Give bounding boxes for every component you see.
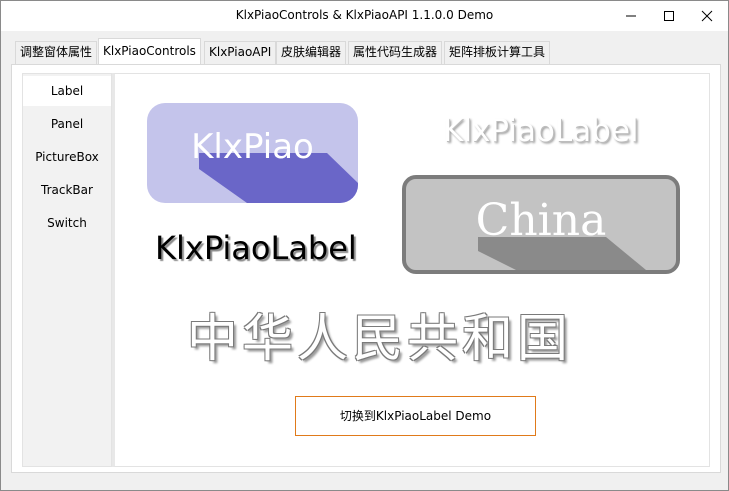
ghost-label: KlxPiaoLabel	[443, 113, 639, 149]
app-window: KlxPiaoControls & KlxPiaoAPI 1.1.0.0 Dem…	[0, 0, 729, 491]
sidebar-item-text: TrackBar	[41, 183, 93, 197]
close-button[interactable]	[684, 1, 729, 31]
tab-form-properties[interactable]: 调整窗体属性	[15, 41, 98, 64]
purple-label-text: KlxPiao	[191, 127, 314, 167]
tab-property-code-generator[interactable]: 属性代码生成器	[348, 41, 443, 64]
gray-rounded-label: China	[402, 175, 680, 274]
shadow-label: KlxPiaoLabel	[155, 229, 357, 267]
tab-label: KlxPiaoControls	[103, 44, 196, 58]
close-icon	[701, 10, 713, 22]
maximize-icon	[664, 11, 674, 21]
minimize-icon	[626, 15, 636, 17]
switch-demo-button[interactable]: 切换到KlxPiaoLabel Demo	[295, 396, 536, 436]
sidebar-item-text: PictureBox	[35, 150, 99, 164]
tab-klxpiao-controls[interactable]: KlxPiaoControls	[98, 38, 201, 65]
sidebar-item-label[interactable]: Label	[23, 76, 111, 106]
control-list: Label Panel PictureBox TrackBar Switch	[22, 73, 112, 467]
tab-label: 调整窗体属性	[20, 45, 93, 59]
tab-label: 矩阵排板计算工具	[449, 45, 546, 59]
tab-label: KlxPiaoAPI	[209, 45, 272, 59]
sidebar-item-switch[interactable]: Switch	[23, 208, 111, 238]
china-label-text: China	[475, 195, 607, 246]
sidebar-item-text: Label	[50, 84, 84, 98]
tab-klxpiao-api[interactable]: KlxPiaoAPI	[204, 41, 277, 64]
tab-label: 属性代码生成器	[353, 45, 438, 59]
sidebar-item-text: Panel	[50, 117, 84, 131]
sidebar-item-trackbar[interactable]: TrackBar	[23, 175, 111, 205]
title-bar: KlxPiaoControls & KlxPiaoAPI 1.1.0.0 Dem…	[1, 1, 728, 31]
tab-matrix-layout-tool[interactable]: 矩阵排板计算工具	[444, 41, 551, 64]
sidebar-item-picturebox[interactable]: PictureBox	[23, 142, 111, 172]
tab-strip: 调整窗体属性 KlxPiaoControls KlxPiaoAPI 皮肤编辑器 …	[1, 31, 728, 65]
sidebar-item-panel[interactable]: Panel	[23, 109, 111, 139]
tab-skin-editor[interactable]: 皮肤编辑器	[276, 41, 347, 64]
purple-rounded-label: KlxPiao	[147, 103, 358, 203]
chinese-outline-label: 中华人民共和国	[187, 310, 573, 369]
tab-label: 皮肤编辑器	[281, 45, 342, 59]
sidebar-item-text: Switch	[47, 216, 87, 230]
